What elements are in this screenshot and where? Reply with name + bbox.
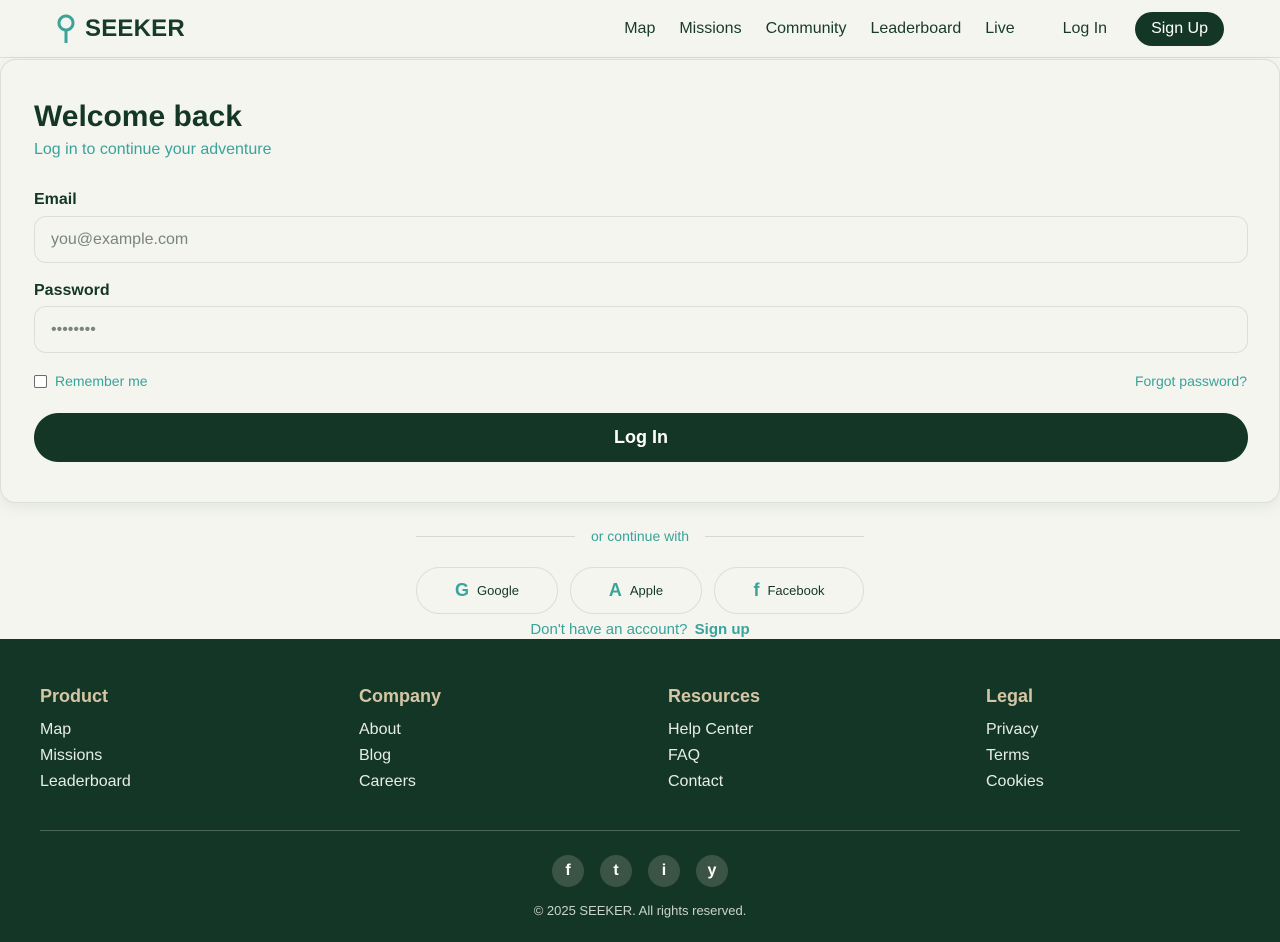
remember-me: Remember me <box>34 373 148 389</box>
divider-text: or continue with <box>590 528 690 544</box>
footer-link-missions[interactable]: Missions <box>40 743 131 769</box>
brand-name: SEEKER <box>85 14 185 42</box>
signup-link[interactable]: Sign up <box>695 621 750 638</box>
apple-label: Apple <box>629 583 664 598</box>
apple-login-button[interactable]: A Apple <box>570 567 702 614</box>
facebook-icon[interactable]: f <box>552 855 584 887</box>
login-button[interactable]: Log In <box>34 413 1248 462</box>
email-label: Email <box>34 191 77 208</box>
footer-link-about[interactable]: About <box>359 717 441 743</box>
google-label: Google <box>477 583 519 598</box>
password-input[interactable] <box>34 306 1248 353</box>
password-label: Password <box>34 282 110 299</box>
email-input[interactable] <box>34 216 1248 263</box>
page-title: Welcome back <box>34 100 242 133</box>
signup-prompt: Don't have an account? Sign up <box>0 621 1280 638</box>
footer-heading: Company <box>359 686 442 706</box>
divider-line-right <box>705 535 864 537</box>
facebook-label: Facebook <box>767 583 825 598</box>
footer-column-company: Company About Blog Careers <box>359 686 441 795</box>
footer-link-contact[interactable]: Contact <box>668 769 760 795</box>
nav-signup-button[interactable]: Sign Up <box>1135 12 1224 46</box>
nav-links: Map Missions Community Leaderboard Live … <box>600 12 1224 46</box>
top-nav: SEEKER Map Missions Community Leaderboar… <box>0 0 1280 58</box>
footer-heading: Resources <box>668 686 761 706</box>
forgot-password-link[interactable]: Forgot password? <box>1135 373 1247 389</box>
footer-link-leaderboard[interactable]: Leaderboard <box>40 769 131 795</box>
footer-link-careers[interactable]: Careers <box>359 769 441 795</box>
instagram-icon[interactable]: i <box>648 855 680 887</box>
social-divider: or continue with <box>416 526 864 546</box>
login-card: Welcome back Log in to continue your adv… <box>0 59 1280 503</box>
footer-social-icons: f t i y <box>552 855 728 887</box>
footer-heading: Product <box>40 686 109 706</box>
signup-prompt-text: Don't have an account? <box>530 621 688 638</box>
brand-logo[interactable]: SEEKER <box>56 14 185 44</box>
footer-column-product: Product Map Missions Leaderboard <box>40 686 131 795</box>
footer-link-map[interactable]: Map <box>40 717 131 743</box>
footer-link-blog[interactable]: Blog <box>359 743 441 769</box>
nav-link-leaderboard[interactable]: Leaderboard <box>870 12 961 46</box>
social-login-buttons: G Google A Apple f Facebook <box>416 567 864 614</box>
footer-heading: Legal <box>986 686 1034 706</box>
nav-link-community[interactable]: Community <box>766 12 847 46</box>
copyright: © 2025 SEEKER. All rights reserved. <box>533 903 747 918</box>
google-login-button[interactable]: G Google <box>416 567 558 614</box>
apple-icon: A <box>608 580 622 600</box>
location-pin-icon <box>57 14 75 43</box>
nav-link-missions[interactable]: Missions <box>679 12 741 46</box>
nav-link-live[interactable]: Live <box>985 12 1014 46</box>
facebook-icon: f <box>753 580 760 600</box>
nav-login-link[interactable]: Log In <box>1063 12 1107 46</box>
footer-link-faq[interactable]: FAQ <box>668 743 760 769</box>
page-subtitle: Log in to continue your adventure <box>34 141 272 158</box>
footer-link-terms[interactable]: Terms <box>986 743 1044 769</box>
remember-label[interactable]: Remember me <box>55 373 148 389</box>
footer-divider <box>40 830 1240 831</box>
site-footer: Product Map Missions Leaderboard Company… <box>0 639 1280 942</box>
footer-link-privacy[interactable]: Privacy <box>986 717 1044 743</box>
divider-line-left <box>416 535 575 537</box>
footer-link-cookies[interactable]: Cookies <box>986 769 1044 795</box>
twitter-icon[interactable]: t <box>600 855 632 887</box>
youtube-icon[interactable]: y <box>696 855 728 887</box>
footer-link-help-center[interactable]: Help Center <box>668 717 760 743</box>
nav-link-map[interactable]: Map <box>624 12 655 46</box>
remember-checkbox[interactable] <box>34 374 47 388</box>
footer-column-legal: Legal Privacy Terms Cookies <box>986 686 1044 795</box>
footer-column-resources: Resources Help Center FAQ Contact <box>668 686 760 795</box>
google-icon: G <box>455 580 470 600</box>
facebook-login-button[interactable]: f Facebook <box>714 567 864 614</box>
